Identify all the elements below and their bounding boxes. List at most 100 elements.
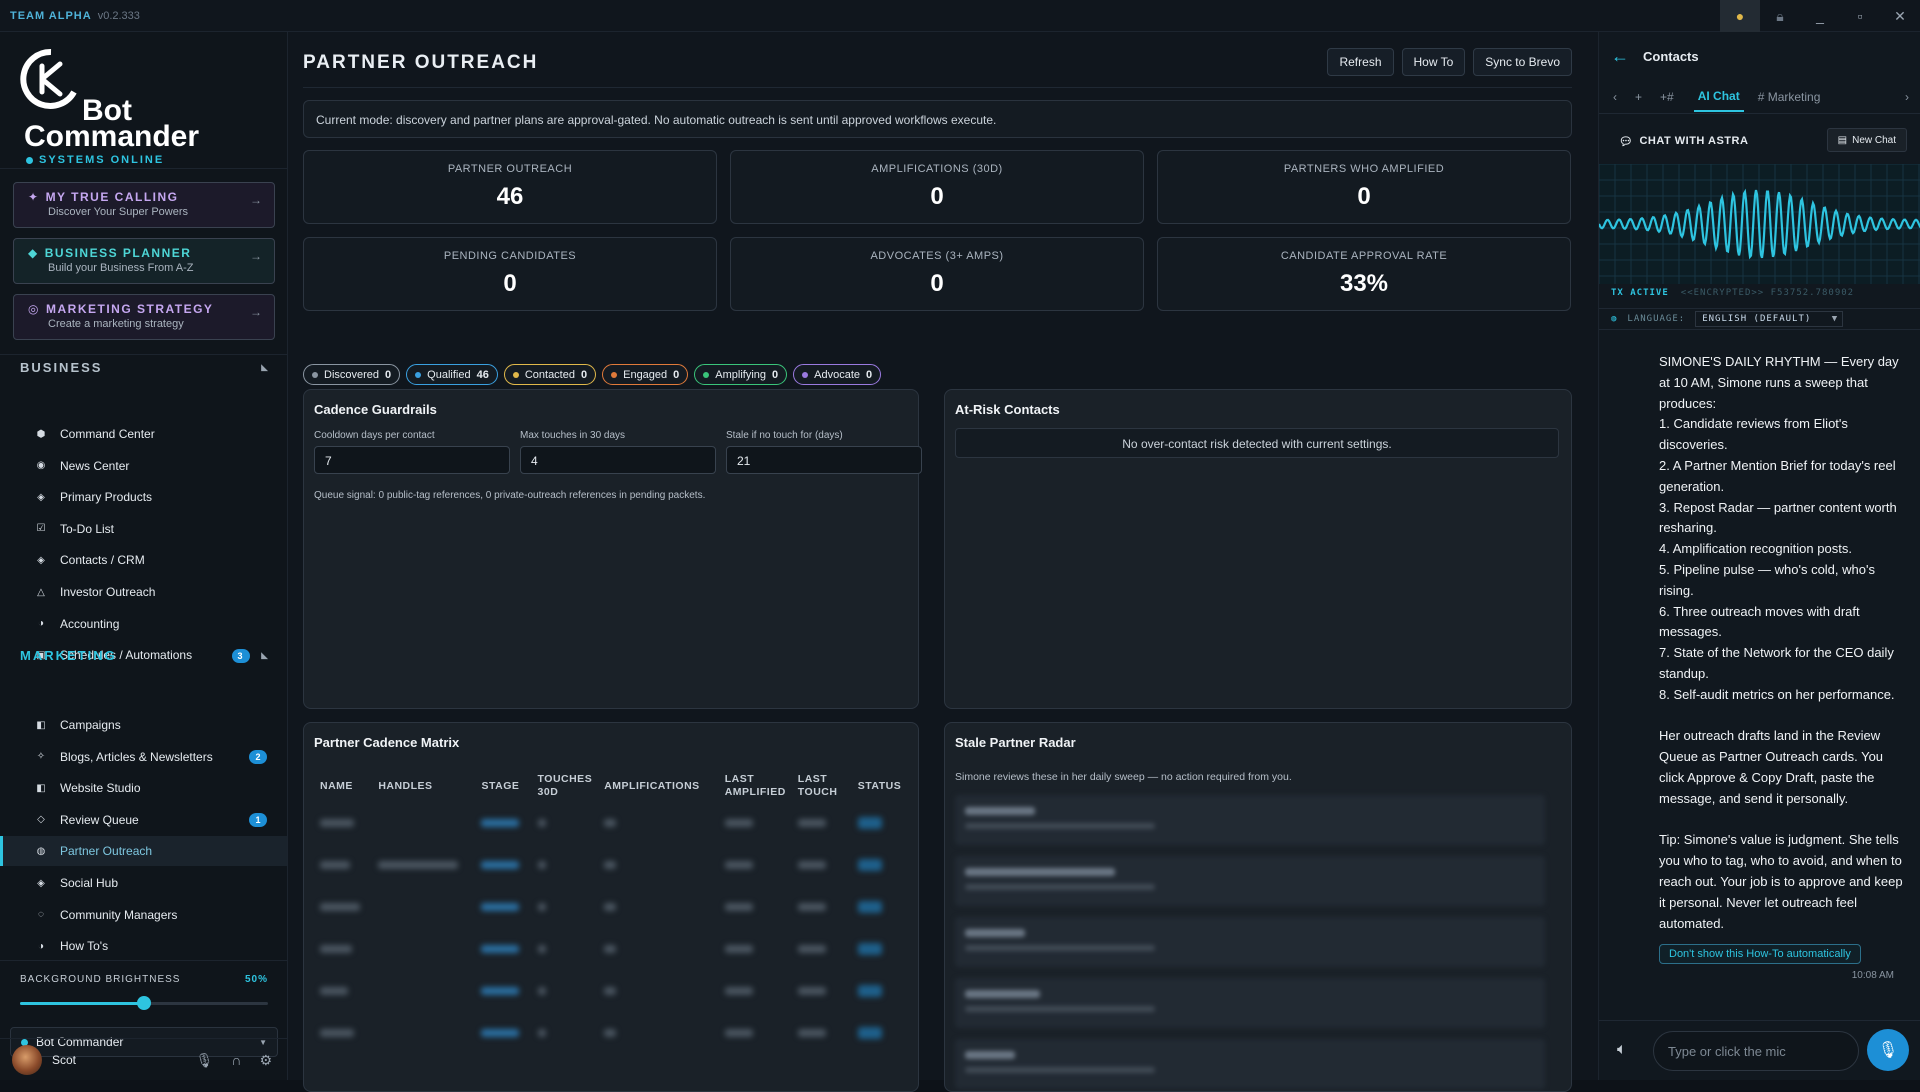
list-item[interactable] [955, 1039, 1545, 1089]
sidebar-item-label: Partner Outreach [60, 844, 153, 859]
chat-input[interactable]: Type or click the mic [1653, 1031, 1859, 1071]
chevron-left-icon[interactable]: ‹ [1613, 90, 1617, 104]
sidebar-item-news-center[interactable]: ◉ News Center [0, 451, 287, 481]
list-item[interactable] [955, 795, 1545, 845]
panel-title: Contacts [1643, 48, 1699, 64]
list-item[interactable] [955, 856, 1545, 906]
brightness-slider[interactable] [20, 996, 268, 1010]
chevron-right-icon[interactable]: › [1905, 90, 1909, 104]
promo-true-calling[interactable]: ✦ MY TRUE CALLING Discover Your Super Pow… [13, 182, 275, 228]
sidebar-item-primary-products[interactable]: ◈ Primary Products [0, 482, 287, 512]
diamond-outline-icon: ◇ [37, 814, 45, 826]
max-touches-label: Max touches in 30 days [520, 430, 626, 441]
sidebar-item-review-queue[interactable]: ◇ Review Queue 1 [0, 805, 287, 835]
cooldown-input[interactable]: 7 [314, 446, 510, 474]
promo-marketing-strategy[interactable]: ◎ MARKETING STRATEGY Create a marketing s… [13, 294, 275, 340]
minimize-button[interactable]: _ [1800, 0, 1840, 32]
list-item[interactable] [955, 978, 1545, 1028]
chip-discovered[interactable]: Discovered 0 [303, 364, 401, 385]
chip-amplifying[interactable]: Amplifying 0 [694, 364, 788, 385]
avatar[interactable] [12, 1045, 42, 1075]
section-business[interactable]: BUSINESS ◣ [20, 360, 270, 375]
tab-marketing[interactable]: # Marketing [1758, 90, 1821, 104]
column-header[interactable]: STATUS [852, 769, 914, 803]
column-header[interactable]: HANDLES [372, 769, 475, 803]
sidebar-item-partner-outreach[interactable]: ◍ Partner Outreach [0, 836, 287, 867]
table-row[interactable] [314, 803, 914, 845]
sidebar-item-blogs-articles-newsletters[interactable]: ✧ Blogs, Articles & Newsletters 2 [0, 742, 287, 772]
half-circle-icon: ◑ [37, 940, 45, 952]
slider-handle[interactable] [137, 996, 151, 1010]
new-chat-button[interactable]: ▤ New Chat [1826, 128, 1907, 152]
triangle-icon: △ [37, 586, 45, 598]
empty-state: No over-contact risk detected with curre… [955, 428, 1559, 458]
headphones-icon[interactable]: ∩ [231, 1052, 241, 1069]
status-dot-icon [703, 371, 710, 378]
chip-advocate[interactable]: Advocate 0 [793, 364, 882, 385]
message-timestamp: 10:08 AM [1851, 970, 1894, 981]
gear-icon[interactable]: ⚙ [259, 1052, 272, 1069]
sidebar-item-to-do-list[interactable]: ☑ To-Do List [0, 514, 287, 544]
cooldown-label: Cooldown days per contact [314, 430, 435, 441]
column-header[interactable]: TOUCHES 30D [532, 769, 599, 803]
tab-ai-chat[interactable]: AI Chat [1693, 81, 1744, 112]
list-item[interactable] [955, 917, 1545, 967]
column-header[interactable]: LAST TOUCH [792, 769, 852, 803]
sidebar-item-contacts-crm[interactable]: ◈ Contacts / CRM [0, 545, 287, 575]
column-header[interactable]: NAME [314, 769, 372, 803]
sidebar-item-investor-outreach[interactable]: △ Investor Outreach [0, 577, 287, 607]
new-chat-icon: ▤ [1837, 134, 1848, 146]
composer: 🔈︎ Type or click the mic 🎙︎ [1599, 1020, 1920, 1080]
table-row[interactable] [314, 1013, 914, 1055]
marketing-count-badge: 3 [232, 648, 250, 663]
refresh-button[interactable]: Refresh [1327, 48, 1394, 76]
lock-icon[interactable]: 🔒︎ [1760, 0, 1800, 32]
sidebar-item-campaigns[interactable]: ◧ Campaigns [0, 710, 287, 740]
sidebar-item-label: How To's [60, 939, 109, 954]
theme-toggle-icon[interactable]: ● [1720, 0, 1760, 32]
sync-brevo-button[interactable]: Sync to Brevo [1473, 48, 1572, 76]
sidebar-item-accounting[interactable]: ◑ Accounting [0, 609, 287, 639]
section-marketing[interactable]: MARKETING 3 ◣ [20, 648, 270, 663]
how-to-button[interactable]: How To [1401, 48, 1466, 76]
language-select[interactable]: ENGLISH (DEFAULT) ▼ [1695, 311, 1844, 327]
sidebar-item-how-to-s[interactable]: ◑ How To's [0, 931, 287, 961]
column-header[interactable]: STAGE [475, 769, 531, 803]
column-header[interactable]: AMPLIFICATIONS [598, 769, 719, 803]
chip-engaged[interactable]: Engaged 0 [602, 364, 689, 385]
chip-contacted[interactable]: Contacted 0 [503, 364, 597, 385]
title-bar: TEAM ALPHA v0.2.333 ● 🔒︎ _ ▫ ✕ [0, 0, 1920, 32]
sidebar-item-command-center[interactable]: ⬢ Command Center [0, 419, 287, 449]
list-item: 7. State of the Network for the CEO dail… [1659, 645, 1894, 681]
add-channel-icon[interactable]: +# [1660, 90, 1674, 104]
sparkle-icon: ✦ [28, 190, 40, 204]
stale-days-input[interactable]: 21 [726, 446, 922, 474]
promo-business-planner[interactable]: ◆ BUSINESS PLANNER Build your Business Fr… [13, 238, 275, 284]
tx-status: TX ACTIVE <<ENCRYPTED>> F53752.780902 [1611, 288, 1855, 298]
checkbox-icon: ☑ [36, 523, 46, 535]
add-tab-icon[interactable]: + [1635, 90, 1642, 104]
speaker-icon[interactable]: 🔈︎ [1617, 1041, 1627, 1059]
sidebar-item-website-studio[interactable]: ◧ Website Studio [0, 773, 287, 803]
list-item: 1. Candidate reviews from Eliot's discov… [1659, 416, 1848, 453]
close-button[interactable]: ✕ [1880, 0, 1920, 32]
chip-qualified[interactable]: Qualified 46 [406, 364, 498, 385]
column-header[interactable]: LAST AMPLIFIED [719, 769, 792, 803]
table-row[interactable] [314, 971, 914, 1013]
chat-icon: ◌ [38, 909, 44, 921]
table-row[interactable] [314, 845, 914, 887]
sidebar-item-social-hub[interactable]: ◈ Social Hub [0, 868, 287, 898]
microphone-icon[interactable]: 🎙︎ [196, 1052, 214, 1069]
globe-icon: ◍ [1611, 314, 1618, 324]
maximize-button[interactable]: ▫ [1840, 0, 1880, 32]
back-arrow-icon[interactable]: ← [1611, 46, 1629, 67]
audio-waveform [1599, 164, 1920, 284]
table-row[interactable] [314, 887, 914, 929]
dont-show-howto-button[interactable]: Don't show this How-To automatically [1659, 944, 1861, 964]
max-touches-input[interactable]: 4 [520, 446, 716, 474]
table-row[interactable] [314, 929, 914, 971]
microphone-button[interactable]: 🎙︎ [1867, 1029, 1909, 1071]
list-item: 4. Amplification recognition posts. [1659, 541, 1852, 557]
sidebar-item-community-managers[interactable]: ◌ Community Managers [0, 900, 287, 930]
sidebar-item-label: To-Do List [60, 521, 115, 536]
